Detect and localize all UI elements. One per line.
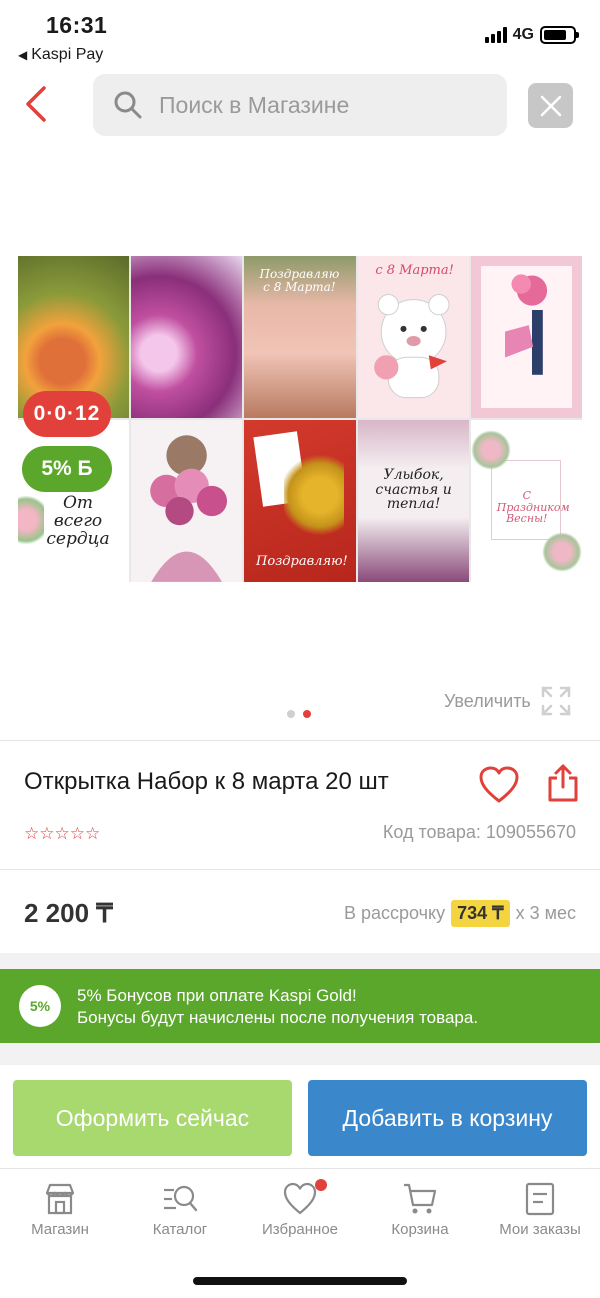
rating-stars[interactable]: ☆☆☆☆☆ xyxy=(24,824,100,844)
girl-illustration xyxy=(150,435,228,582)
card-text-c10: Улыбок, счастья и тепла! xyxy=(375,467,452,513)
product-screen: 16:31 ◀ Kaspi Pay 4G Поиск в Магазине По… xyxy=(0,0,600,1298)
tab-label: Магазин xyxy=(31,1221,89,1238)
card-smiles: Улыбок, счастья и тепла! xyxy=(357,420,469,582)
card-spring: С Праздником Весны! xyxy=(470,420,582,582)
card-text-c6: От всего сердца xyxy=(46,493,110,549)
orders-icon xyxy=(525,1182,555,1216)
home-indicator[interactable] xyxy=(193,1277,407,1285)
card-pink-tulips: Поздравляю с 8 Марта! xyxy=(244,256,356,418)
zoom-label: Увеличить xyxy=(444,690,531,711)
close-icon xyxy=(540,95,561,116)
card-bear: с 8 Марта! xyxy=(357,256,469,418)
card-pink-8 xyxy=(131,256,243,418)
battery-icon xyxy=(540,26,579,44)
section-separator xyxy=(0,1043,600,1065)
back-triangle-icon: ◀ xyxy=(18,48,28,62)
card-mimosa-8: Поздравляю! xyxy=(244,420,356,582)
card-text-c3: Поздравляю с 8 Марта! xyxy=(259,267,340,294)
tab-favorites[interactable]: Избранное xyxy=(240,1169,360,1246)
back-app-label: Kaspi Pay xyxy=(31,46,104,63)
back-to-app-link[interactable]: ◀ Kaspi Pay xyxy=(18,46,103,64)
card-heart-calligraphy: От всего сердца xyxy=(18,420,130,582)
catalog-search-icon xyxy=(164,1185,198,1212)
bonus-title: 5% Бонусов при оплате Kaspi Gold! xyxy=(77,986,357,1005)
add-to-cart-button[interactable]: Добавить в корзину xyxy=(308,1080,587,1156)
bonus-percent-icon: 5% xyxy=(19,985,61,1027)
product-sku: Код товара: 109055670 xyxy=(382,822,576,842)
cart-icon xyxy=(404,1183,437,1214)
gallery-pagination xyxy=(287,710,311,718)
card-text-c11: С Праздником Весны! xyxy=(496,489,570,526)
search-box[interactable] xyxy=(93,74,507,136)
back-arrow-icon[interactable] xyxy=(18,82,58,126)
search-input[interactable] xyxy=(159,91,479,119)
installment-prefix: В рассрочку xyxy=(343,903,446,923)
favorite-heart-icon[interactable] xyxy=(478,765,520,805)
status-time: 16:31 xyxy=(46,12,108,38)
checkout-now-button[interactable]: Оформить сейчас xyxy=(13,1080,292,1156)
card-text-c9: Поздравляю! xyxy=(256,554,348,569)
tab-orders[interactable]: Мои заказы xyxy=(480,1169,600,1246)
tab-label: Избранное xyxy=(261,1221,339,1238)
close-button[interactable] xyxy=(528,83,573,128)
product-title: Открытка Набор к 8 марта 20 шт xyxy=(24,768,389,795)
tab-cart[interactable]: Корзина xyxy=(360,1169,480,1246)
status-bar: 16:31 ◀ Kaspi Pay 4G xyxy=(0,0,600,66)
bottom-tab-bar: Магазин Каталог Избранное Корзина Мои за… xyxy=(0,1168,600,1246)
network-label: 4G xyxy=(512,26,534,43)
bonus-subtitle: Бонусы будут начислены после получения т… xyxy=(77,1008,479,1027)
signal-icon xyxy=(484,27,507,43)
tab-label: Корзина xyxy=(391,1221,449,1238)
divider xyxy=(0,740,600,741)
installment-info[interactable]: В рассрочку 734 ₸ х 3 мес xyxy=(344,900,576,927)
expand-icon xyxy=(541,686,571,716)
tab-catalog[interactable]: Каталог xyxy=(120,1169,240,1246)
installment-suffix: х 3 мес xyxy=(515,903,576,923)
header xyxy=(0,72,600,138)
search-icon xyxy=(114,91,142,119)
section-separator xyxy=(0,953,600,969)
heart-icon xyxy=(283,1182,317,1215)
status-indicators: 4G xyxy=(484,26,579,44)
card-peonies-girl xyxy=(131,420,243,582)
notification-dot xyxy=(315,1179,327,1191)
tab-label: Каталог xyxy=(152,1221,208,1238)
gallery-dot[interactable] xyxy=(287,710,295,718)
card-couple xyxy=(470,256,582,418)
share-icon[interactable] xyxy=(547,763,579,803)
installment-amount: 734 ₸ xyxy=(451,900,510,927)
zoom-button[interactable]: Увеличить xyxy=(444,686,571,716)
bonus-banner: 5% 5% Бонусов при оплате Kaspi Gold! Бон… xyxy=(0,969,600,1043)
tab-shop[interactable]: Магазин xyxy=(0,1169,120,1246)
bonus-badge: 5% Б xyxy=(22,446,112,492)
couple-illustration xyxy=(504,274,547,375)
divider xyxy=(0,869,600,870)
shop-icon xyxy=(45,1183,75,1215)
installment-badge: 0·0·12 xyxy=(23,391,111,437)
gallery-dot-active[interactable] xyxy=(303,710,311,718)
product-price: 2 200 ₸ xyxy=(24,898,113,928)
bear-illustration xyxy=(373,294,450,399)
tab-label: Мои заказы xyxy=(499,1221,581,1238)
